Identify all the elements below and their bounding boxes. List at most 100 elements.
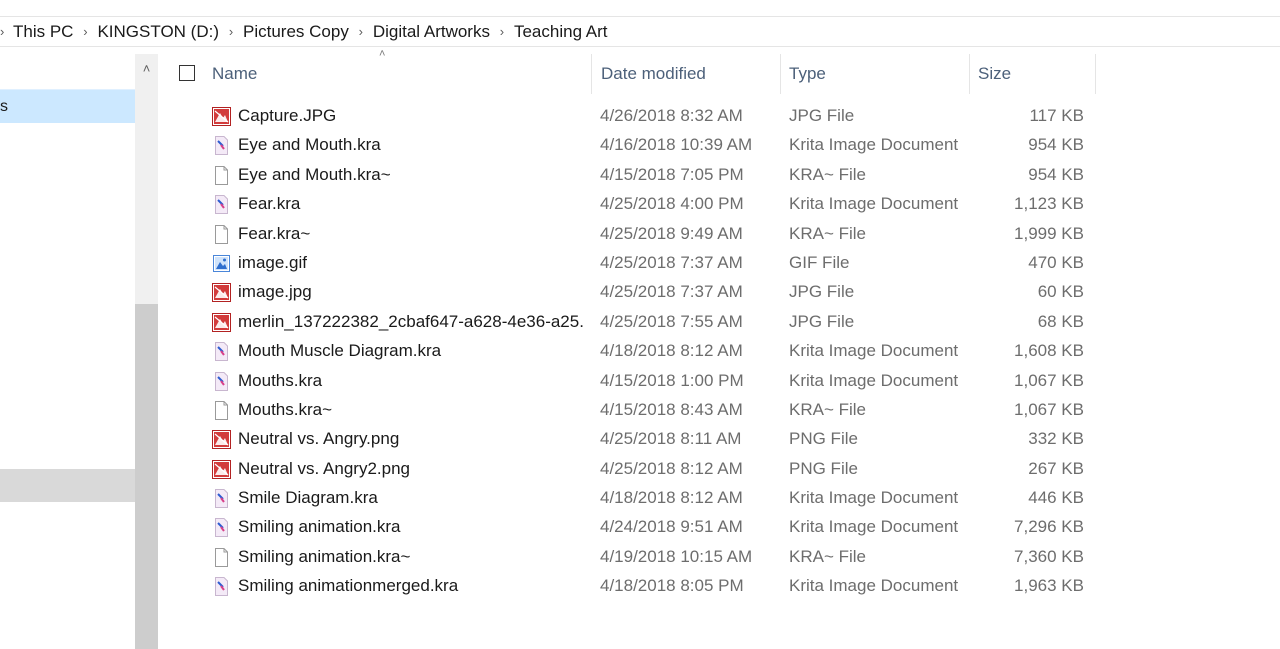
file-date-modified: 4/25/2018 9:49 AM: [600, 223, 743, 243]
file-date-modified: 4/25/2018 8:11 AM: [600, 429, 742, 449]
blank-file-icon: [212, 165, 231, 185]
file-date-modified: 4/15/2018 7:05 PM: [600, 164, 744, 184]
file-size: 7,296 KB: [1014, 517, 1084, 537]
file-size: 1,067 KB: [1014, 399, 1084, 419]
file-row[interactable]: Mouth Muscle Diagram.kra 4/18/2018 8:12 A…: [159, 336, 1159, 365]
file-row[interactable]: Smile Diagram.kra 4/18/2018 8:12 AM Krita …: [159, 483, 1159, 512]
file-date-modified: 4/19/2018 10:15 AM: [600, 546, 753, 566]
jpg-image-icon: [212, 312, 231, 332]
chevron-right-icon[interactable]: ›: [74, 24, 96, 39]
file-row[interactable]: Smiling animation.kra~ 4/19/2018 10:15 AM…: [159, 542, 1159, 571]
nav-item-hovered[interactable]: [0, 469, 135, 502]
file-size: 1,963 KB: [1014, 576, 1084, 596]
file-size: 332 KB: [1028, 429, 1084, 449]
nav-item-selected[interactable]: s: [0, 89, 135, 123]
file-size: 1,123 KB: [1014, 194, 1084, 214]
file-row[interactable]: Mouths.kra~ 4/15/2018 8:43 AM KRA~ File 1,0…: [159, 395, 1159, 424]
file-date-modified: 4/25/2018 7:37 AM: [600, 282, 743, 302]
blank-file-icon: [212, 547, 231, 567]
file-name: Mouth Muscle Diagram.kra: [238, 341, 442, 361]
file-row[interactable]: Eye and Mouth.kra~ 4/15/2018 7:05 PM KRA~ …: [159, 160, 1159, 189]
file-type: Krita Image Document: [789, 341, 959, 361]
breadcrumb-digital-artworks[interactable]: Digital Artworks: [372, 22, 491, 42]
file-row[interactable]: Fear.kra 4/25/2018 4:00 PM Krita Image Doc…: [159, 189, 1159, 218]
file-type: JPG File: [789, 282, 855, 302]
blank-file-icon: [212, 400, 231, 420]
column-header-size[interactable]: Size: [978, 54, 1011, 94]
scroll-up-icon[interactable]: ˄: [135, 58, 158, 80]
chevron-right-icon[interactable]: ›: [491, 24, 513, 39]
krita-file-icon: [212, 488, 231, 509]
file-date-modified: 4/25/2018 8:12 AM: [600, 458, 743, 478]
file-row[interactable]: merlin_137222382_2cbaf647-a628-4e36-a25.…: [159, 307, 1159, 336]
file-size: 1,999 KB: [1014, 223, 1084, 243]
column-divider[interactable]: [591, 54, 592, 94]
column-header-type[interactable]: Type: [789, 54, 826, 94]
file-type: KRA~ File: [789, 164, 866, 184]
file-date-modified: 4/15/2018 1:00 PM: [600, 370, 744, 390]
column-header-name[interactable]: Name: [212, 54, 257, 94]
file-name: Smiling animation.kra: [238, 517, 401, 537]
nav-scrollbar[interactable]: ˄: [135, 54, 158, 649]
file-type: KRA~ File: [789, 399, 866, 419]
file-name: Fear.kra~: [238, 223, 311, 243]
file-type: KRA~ File: [789, 546, 866, 566]
breadcrumb-pictures-copy[interactable]: Pictures Copy: [242, 22, 350, 42]
file-type: Krita Image Document: [789, 488, 959, 508]
file-type: JPG File: [789, 106, 855, 125]
file-list: Capture.JPG 4/26/2018 8:32 AM JPG File 117 …: [159, 101, 1159, 601]
file-size: 954 KB: [1028, 164, 1084, 184]
file-row[interactable]: Neutral vs. Angry.png 4/25/2018 8:11 AM PN…: [159, 424, 1159, 453]
krita-file-icon: [212, 194, 231, 215]
file-date-modified: 4/25/2018 7:37 AM: [600, 252, 743, 272]
file-row[interactable]: Neutral vs. Angry2.png 4/25/2018 8:12 AM P…: [159, 454, 1159, 483]
file-type: Krita Image Document: [789, 194, 959, 214]
nav-item-label: s: [0, 98, 8, 115]
file-type: GIF File: [789, 252, 850, 272]
file-size: 1,067 KB: [1014, 370, 1084, 390]
column-header-date-modified[interactable]: Date modified: [601, 54, 706, 94]
sort-ascending-icon: ˄: [379, 48, 386, 60]
column-divider[interactable]: [969, 54, 970, 94]
file-row[interactable]: Mouths.kra 4/15/2018 1:00 PM Krita Image D…: [159, 366, 1159, 395]
column-divider[interactable]: [780, 54, 781, 94]
file-type: KRA~ File: [789, 223, 866, 243]
chevron-right-icon[interactable]: ›: [350, 24, 372, 39]
chevron-right-icon[interactable]: ›: [220, 24, 242, 39]
krita-file-icon: [212, 517, 231, 538]
jpg-image-icon: [212, 106, 231, 126]
address-bar[interactable]: › This PC › KINGSTON (D:) › Pictures Cop…: [0, 17, 1280, 47]
file-size: 1,608 KB: [1014, 341, 1084, 361]
file-date-modified: 4/25/2018 4:00 PM: [600, 194, 744, 214]
chevron-right-icon[interactable]: ›: [0, 24, 12, 39]
file-name: Smiling animation.kra~: [238, 546, 411, 566]
file-size: 470 KB: [1028, 252, 1084, 272]
column-divider[interactable]: [1095, 54, 1096, 94]
file-size: 7,360 KB: [1014, 546, 1084, 566]
file-row[interactable]: image.jpg 4/25/2018 7:37 AM JPG File 60 KB: [159, 277, 1159, 306]
file-row[interactable]: Smiling animationmerged.kra 4/18/2018 8:0…: [159, 571, 1159, 600]
breadcrumb-kingston[interactable]: KINGSTON (D:): [96, 22, 220, 42]
file-size: 267 KB: [1028, 458, 1084, 478]
file-type: Krita Image Document: [789, 135, 959, 155]
file-row[interactable]: image.gif 4/25/2018 7:37 AM GIF File 470 KB: [159, 248, 1159, 277]
gif-image-icon: [212, 253, 231, 272]
file-type: PNG File: [789, 458, 858, 478]
file-row[interactable]: Fear.kra~ 4/25/2018 9:49 AM KRA~ File 1,999…: [159, 219, 1159, 248]
file-type: PNG File: [789, 429, 858, 449]
breadcrumb-teaching-art[interactable]: Teaching Art: [513, 22, 609, 42]
file-row[interactable]: Eye and Mouth.kra 4/16/2018 10:39 AM Krita…: [159, 130, 1159, 159]
file-row[interactable]: Capture.JPG 4/26/2018 8:32 AM JPG File 117 …: [159, 101, 1159, 130]
file-date-modified: 4/24/2018 9:51 AM: [600, 517, 743, 537]
file-row[interactable]: Smiling animation.kra 4/24/2018 9:51 AM Kr…: [159, 512, 1159, 541]
select-all-checkbox[interactable]: [179, 65, 195, 81]
scrollbar-thumb[interactable]: [135, 304, 158, 649]
file-date-modified: 4/16/2018 10:39 AM: [600, 135, 753, 155]
file-date-modified: 4/18/2018 8:12 AM: [600, 488, 743, 508]
jpg-image-icon: [212, 282, 231, 303]
breadcrumb-this-pc[interactable]: This PC: [12, 22, 74, 42]
file-size: 446 KB: [1028, 488, 1084, 508]
file-type: Krita Image Document: [789, 370, 959, 390]
file-size: 60 KB: [1037, 282, 1084, 302]
jpg-image-icon: [212, 429, 231, 450]
